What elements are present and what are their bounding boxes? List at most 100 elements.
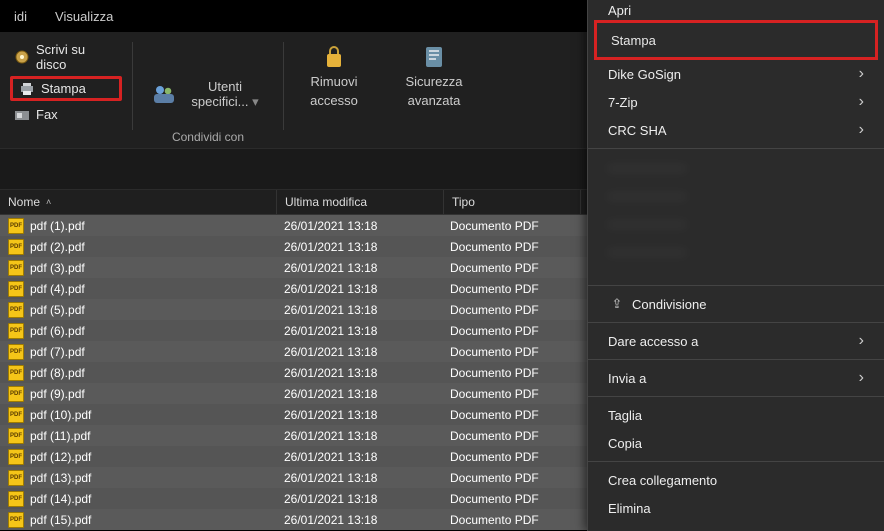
utenti-specifici-button[interactable]: Utenti specifici... ▾ bbox=[143, 75, 273, 114]
cell-tipo: Documento PDF bbox=[442, 261, 578, 275]
context-menu: Apri Stampa Dike GoSign 7-Zip CRC SHA ——… bbox=[587, 0, 884, 531]
cell-mod: 26/01/2021 13:18 bbox=[276, 408, 442, 422]
cell-mod: 26/01/2021 13:18 bbox=[276, 303, 442, 317]
cell-mod: 26/01/2021 13:18 bbox=[276, 513, 442, 527]
ctx-elimina[interactable]: Elimina bbox=[588, 494, 884, 522]
ctx-crc-sha[interactable]: CRC SHA bbox=[588, 116, 884, 144]
ribbon-group-share: Utenti specifici... ▾ Condividi con bbox=[133, 40, 283, 148]
cell-mod: 26/01/2021 13:18 bbox=[276, 282, 442, 296]
file-name: pdf (10).pdf bbox=[30, 408, 91, 422]
cell-mod: 26/01/2021 13:18 bbox=[276, 219, 442, 233]
file-name: pdf (6).pdf bbox=[30, 324, 85, 338]
cell-tipo: Documento PDF bbox=[442, 450, 578, 464]
file-name: pdf (13).pdf bbox=[30, 471, 91, 485]
tab-idi[interactable]: idi bbox=[0, 3, 41, 30]
pdf-icon: PDF bbox=[8, 407, 24, 423]
ctx-separator bbox=[588, 396, 884, 397]
ctx-separator bbox=[588, 461, 884, 462]
file-name: pdf (12).pdf bbox=[30, 450, 91, 464]
file-name: pdf (1).pdf bbox=[30, 219, 85, 233]
cell-mod: 26/01/2021 13:18 bbox=[276, 240, 442, 254]
ctx-7zip[interactable]: 7-Zip bbox=[588, 88, 884, 116]
cell-nome: PDF pdf (11).pdf bbox=[0, 428, 276, 444]
sort-caret-icon: ˄ bbox=[46, 197, 51, 207]
lock-icon bbox=[323, 44, 345, 70]
file-name: pdf (4).pdf bbox=[30, 282, 85, 296]
ctx-separator bbox=[588, 359, 884, 360]
share-icon: ⇪ bbox=[608, 296, 626, 312]
stampa-button[interactable]: Stampa bbox=[10, 76, 122, 101]
ctx-crea-collegamento[interactable]: Crea collegamento bbox=[588, 466, 884, 494]
cell-tipo: Documento PDF bbox=[442, 219, 578, 233]
stampa-label: Stampa bbox=[41, 81, 86, 96]
cell-nome: PDF pdf (12).pdf bbox=[0, 449, 276, 465]
pdf-icon: PDF bbox=[8, 449, 24, 465]
ctx-separator bbox=[588, 285, 884, 286]
pdf-icon: PDF bbox=[8, 239, 24, 255]
ctx-dike-gosign[interactable]: Dike GoSign bbox=[588, 60, 884, 88]
file-name: pdf (8).pdf bbox=[30, 366, 85, 380]
file-name: pdf (9).pdf bbox=[30, 387, 85, 401]
ctx-apri[interactable]: Apri bbox=[588, 0, 884, 20]
ctx-taglia[interactable]: Taglia bbox=[588, 401, 884, 429]
scrivi-su-disco-button[interactable]: Scrivi su disco bbox=[10, 40, 122, 74]
ctx-dare-accesso[interactable]: Dare accesso a bbox=[588, 327, 884, 355]
cell-tipo: Documento PDF bbox=[442, 240, 578, 254]
file-name: pdf (15).pdf bbox=[30, 513, 91, 527]
cell-nome: PDFpdf (1).pdf bbox=[0, 218, 276, 234]
cell-tipo: Documento PDF bbox=[442, 429, 578, 443]
cell-tipo: Documento PDF bbox=[442, 513, 578, 527]
file-name: pdf (3).pdf bbox=[30, 261, 85, 275]
ctx-rinomina[interactable]: Rinomina bbox=[588, 522, 884, 531]
shield-icon bbox=[423, 44, 445, 70]
cell-nome: PDFpdf (5).pdf bbox=[0, 302, 276, 318]
utenti-label: Utenti specifici... bbox=[191, 79, 248, 109]
pdf-icon: PDF bbox=[8, 386, 24, 402]
cell-tipo: Documento PDF bbox=[442, 408, 578, 422]
scrivi-label: Scrivi su disco bbox=[36, 42, 118, 72]
pdf-icon: PDF bbox=[8, 428, 24, 444]
cell-nome: PDF pdf (2).pdf bbox=[0, 239, 276, 255]
ctx-separator bbox=[588, 148, 884, 149]
sicurezza-avanzata-button[interactable]: Sicurezza avanzata bbox=[394, 40, 474, 112]
ctx-copia[interactable]: Copia bbox=[588, 429, 884, 457]
users-icon bbox=[151, 83, 177, 105]
cell-nome: PDF pdf (13).pdf bbox=[0, 470, 276, 486]
cell-tipo: Documento PDF bbox=[442, 492, 578, 506]
cell-tipo: Documento PDF bbox=[442, 324, 578, 338]
ribbon-group-rimuovi: Rimuovi accesso bbox=[284, 40, 384, 148]
pdf-icon: PDF bbox=[8, 512, 24, 528]
cell-tipo: Documento PDF bbox=[442, 387, 578, 401]
col-nome[interactable]: Nome˄ bbox=[0, 190, 277, 214]
pdf-icon: PDF bbox=[8, 260, 24, 276]
cell-mod: 26/01/2021 13:18 bbox=[276, 471, 442, 485]
fax-button[interactable]: Fax bbox=[10, 105, 122, 124]
rimuovi-line1: Rimuovi bbox=[311, 74, 358, 89]
pdf-icon: PDF bbox=[8, 491, 24, 507]
file-name: pdf (7).pdf bbox=[30, 345, 85, 359]
tab-visualizza[interactable]: Visualizza bbox=[41, 3, 127, 30]
pdf-icon: PDF bbox=[8, 281, 24, 297]
cell-nome: PDFpdf (6).pdf bbox=[0, 323, 276, 339]
printer-icon bbox=[19, 82, 35, 96]
cell-mod: 26/01/2021 13:18 bbox=[276, 324, 442, 338]
cell-nome: PDF pdf (9).pdf bbox=[0, 386, 276, 402]
rimuovi-accesso-button[interactable]: Rimuovi accesso bbox=[294, 40, 374, 112]
col-tipo[interactable]: Tipo bbox=[444, 190, 581, 214]
cell-nome: PDFpdf (8).pdf bbox=[0, 365, 276, 381]
ctx-condivisione[interactable]: ⇪Condivisione bbox=[588, 290, 884, 318]
col-ultima-modifica[interactable]: Ultima modifica bbox=[277, 190, 444, 214]
file-name: pdf (11).pdf bbox=[30, 429, 90, 443]
sicur-line1: Sicurezza bbox=[405, 74, 462, 89]
ctx-invia-a[interactable]: Invia a bbox=[588, 364, 884, 392]
ctx-blurred-items: —————— —————— —————— —————— bbox=[588, 153, 884, 281]
cell-mod: 26/01/2021 13:18 bbox=[276, 366, 442, 380]
file-name: pdf (14).pdf bbox=[30, 492, 91, 506]
ctx-separator bbox=[588, 322, 884, 323]
file-name: pdf (2).pdf bbox=[30, 240, 85, 254]
ctx-stampa[interactable]: Stampa bbox=[594, 20, 878, 60]
cell-mod: 26/01/2021 13:18 bbox=[276, 345, 442, 359]
cell-mod: 26/01/2021 13:18 bbox=[276, 450, 442, 464]
pdf-icon: PDF bbox=[8, 470, 24, 486]
cell-tipo: Documento PDF bbox=[442, 366, 578, 380]
